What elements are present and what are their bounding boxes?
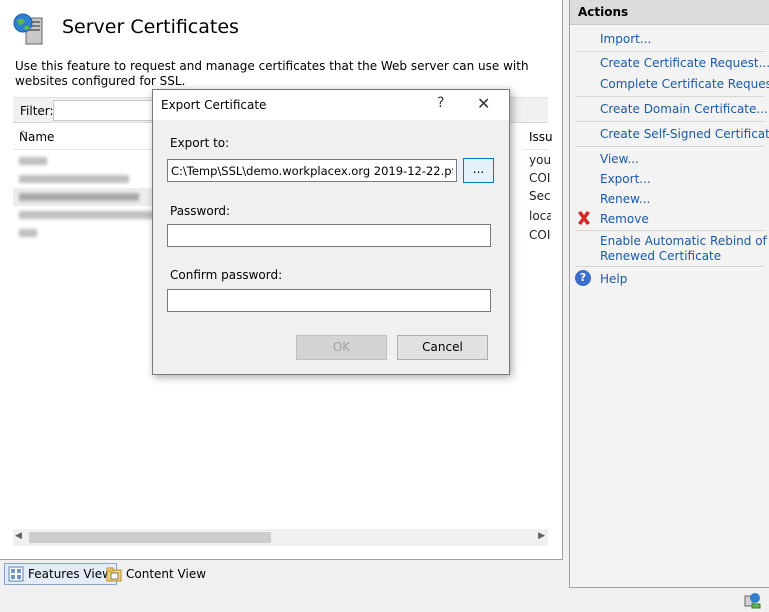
- redacted-name: [19, 193, 139, 201]
- actions-header: Actions: [570, 0, 769, 25]
- password-field[interactable]: [167, 224, 491, 247]
- horizontal-scrollbar[interactable]: ◀ ▶: [13, 529, 548, 546]
- actions-header-label: Actions: [578, 5, 629, 19]
- status-bar: [0, 590, 769, 612]
- issued-to-cell: Sect: [529, 189, 551, 203]
- redacted-name: [19, 175, 129, 183]
- export-to-label: Export to:: [170, 136, 230, 150]
- confirm-password-field[interactable]: [167, 289, 491, 312]
- redacted-name: [19, 229, 37, 237]
- dialog-titlebar: Export Certificate ? ✕: [153, 90, 509, 120]
- column-header-issued-to-label: Issu: [529, 130, 553, 144]
- redacted-name: [19, 211, 169, 219]
- sort-ascending-icon: ^: [19, 130, 27, 140]
- scroll-right-icon[interactable]: ▶: [538, 531, 545, 541]
- actions-divider: [576, 230, 764, 231]
- action-enable-automatic-rebind-line2[interactable]: Renewed Certificate: [600, 249, 721, 263]
- red-x-icon: [578, 211, 590, 225]
- dialog-close-icon[interactable]: ✕: [477, 94, 490, 113]
- ok-button[interactable]: OK: [296, 335, 387, 360]
- action-enable-automatic-rebind[interactable]: Enable Automatic Rebind of: [600, 234, 767, 248]
- filter-label: Filter:: [20, 104, 54, 118]
- actions-divider: [576, 266, 764, 267]
- action-complete-certificate-request[interactable]: Complete Certificate Request...: [600, 77, 769, 91]
- issued-to-cell: COI: [529, 171, 551, 185]
- action-create-domain-certificate[interactable]: Create Domain Certificate...: [600, 102, 768, 116]
- page-description: Use this feature to request and manage c…: [15, 59, 529, 88]
- action-remove[interactable]: Remove: [600, 212, 649, 226]
- actions-divider: [576, 121, 764, 122]
- filter-input[interactable]: [53, 100, 163, 121]
- content-view-tab[interactable]: Content View: [103, 563, 210, 585]
- issued-to-cell: COI: [529, 228, 551, 242]
- export-to-input[interactable]: [167, 159, 457, 182]
- dialog-help-icon[interactable]: ?: [437, 95, 444, 111]
- action-import[interactable]: Import...: [600, 32, 651, 46]
- actions-divider: [576, 146, 764, 147]
- confirm-password-label: Confirm password:: [170, 268, 283, 282]
- action-renew[interactable]: Renew...: [600, 192, 650, 206]
- network-status-icon: [744, 593, 761, 609]
- action-create-certificate-request[interactable]: Create Certificate Request...: [600, 56, 769, 70]
- browse-button[interactable]: ...: [463, 158, 494, 183]
- help-icon: ?: [575, 270, 591, 286]
- action-export[interactable]: Export...: [600, 172, 651, 186]
- cancel-button[interactable]: Cancel: [397, 335, 488, 360]
- action-view[interactable]: View...: [600, 152, 639, 166]
- features-view-label: Features View: [28, 567, 112, 581]
- content-view-icon: [106, 567, 122, 582]
- features-view-icon: [8, 566, 24, 582]
- action-create-self-signed-certificate[interactable]: Create Self-Signed Certificate...: [600, 127, 769, 141]
- scrollbar-thumb[interactable]: [29, 532, 271, 543]
- actions-divider: [576, 51, 764, 52]
- page-title: Server Certificates: [62, 16, 239, 38]
- action-help[interactable]: Help: [600, 272, 627, 286]
- column-header-issued-to[interactable]: Issu: [523, 124, 553, 150]
- view-switcher: Features View Content View: [0, 562, 563, 586]
- password-label: Password:: [170, 204, 231, 218]
- dialog-title: Export Certificate: [161, 98, 267, 112]
- export-certificate-dialog: Export Certificate ? ✕ Export to: ... Pa…: [152, 89, 510, 375]
- issued-to-cell: loca: [529, 209, 551, 223]
- actions-pane: Actions Import... Create Certificate Req…: [569, 0, 769, 588]
- server-globe-icon: [13, 13, 43, 45]
- issued-to-cell: you: [529, 153, 551, 167]
- scroll-left-icon[interactable]: ◀: [15, 531, 22, 541]
- redacted-name: [19, 157, 47, 165]
- content-view-label: Content View: [126, 567, 207, 581]
- actions-divider: [576, 96, 764, 97]
- features-view-tab[interactable]: Features View: [4, 563, 117, 585]
